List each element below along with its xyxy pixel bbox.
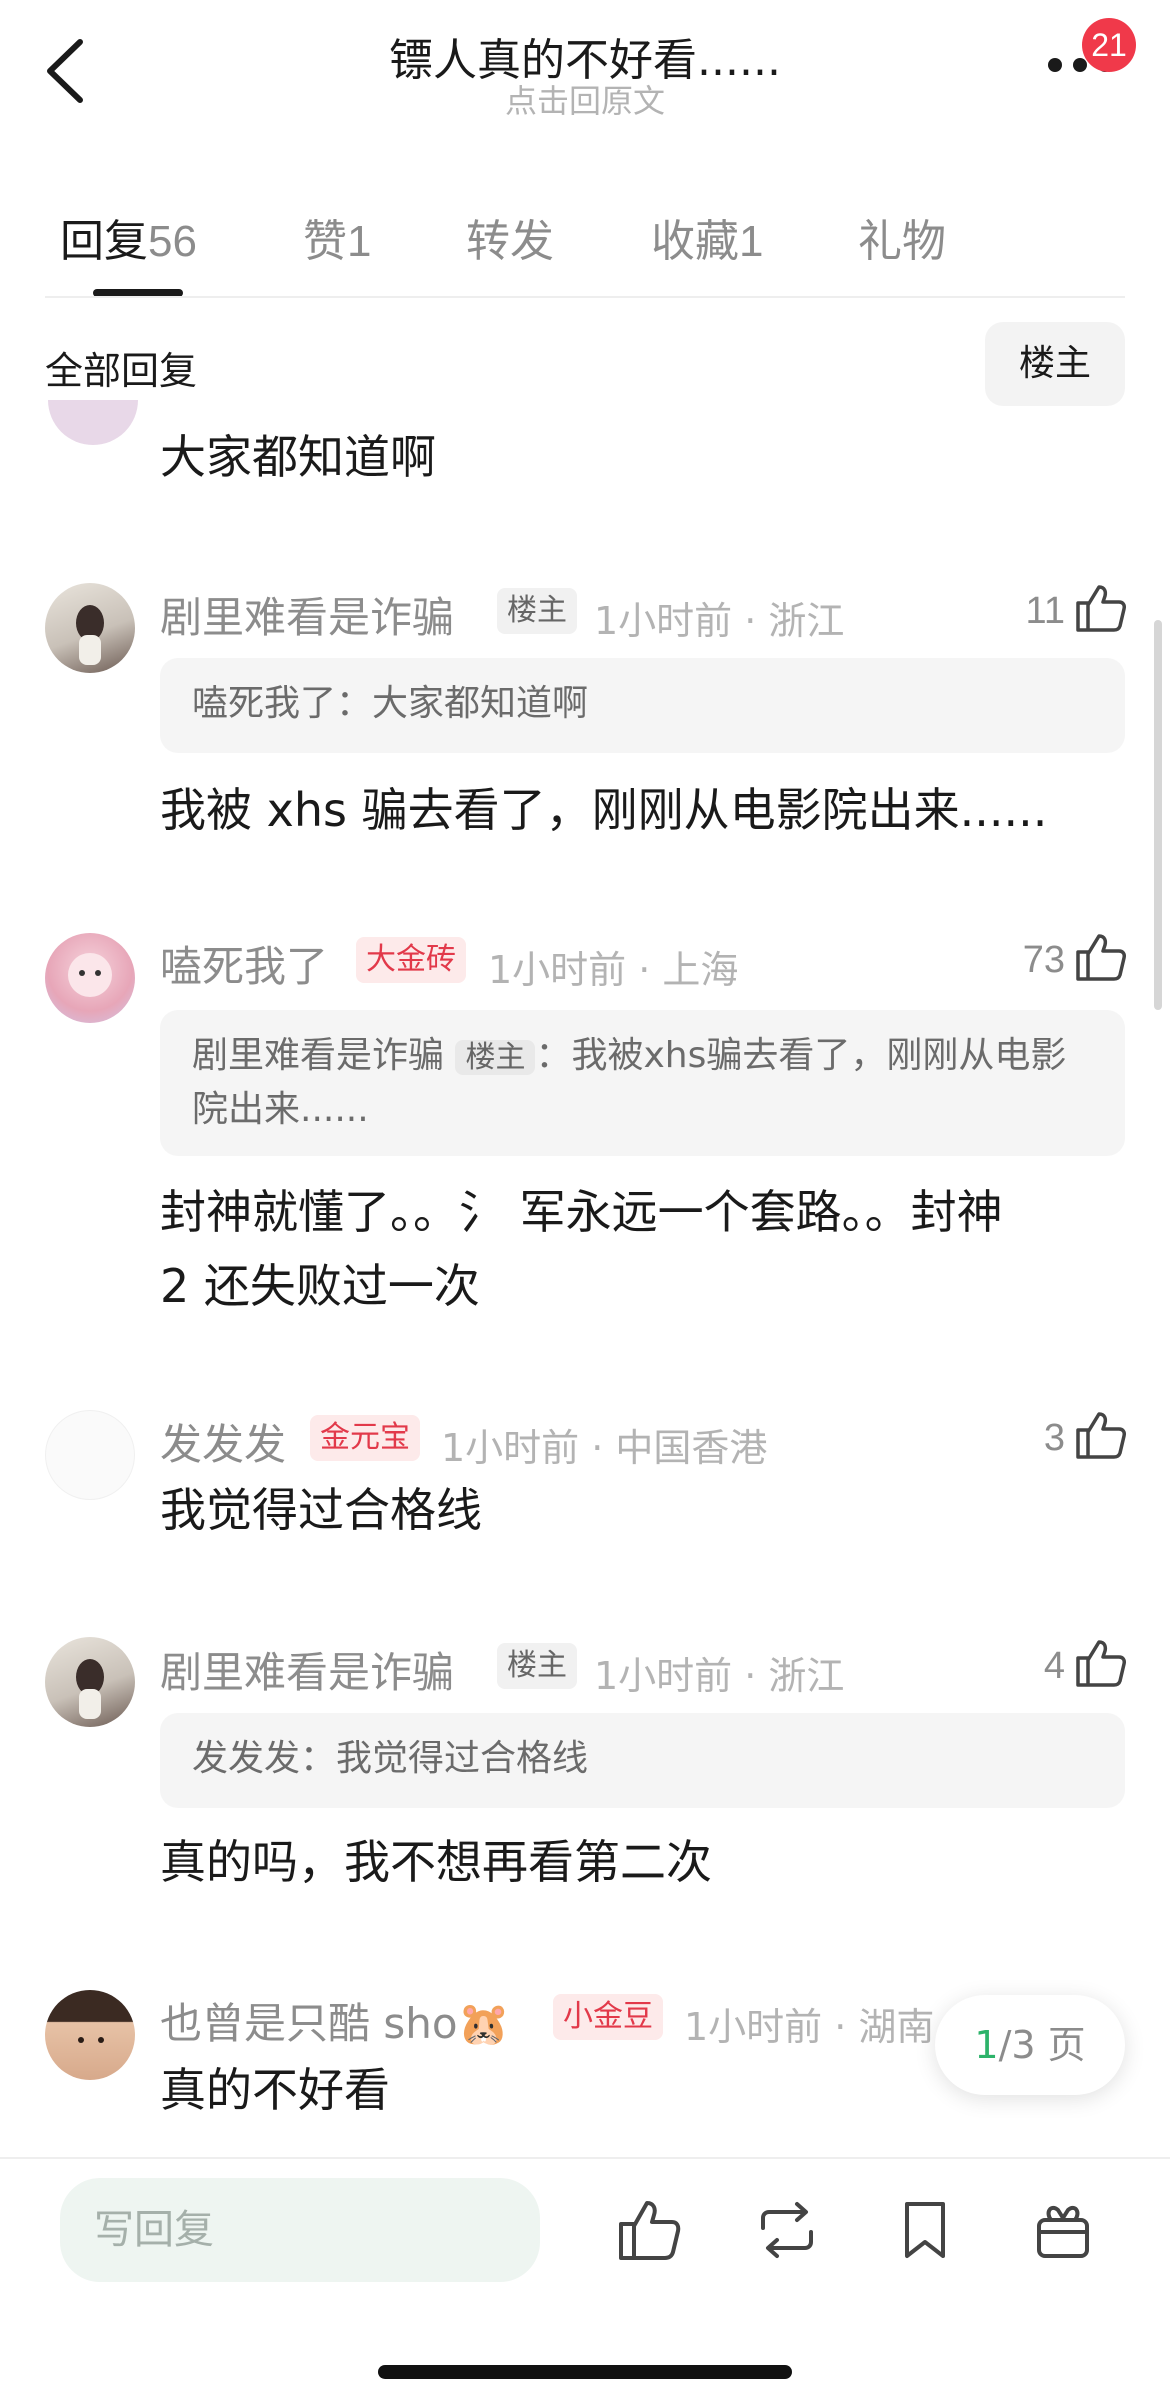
quoted-username: 发发发: [192, 1738, 301, 1779]
quoted-username: 剧里难看是诈骗: [192, 1035, 445, 1076]
back-to-original-link[interactable]: 点击回原文: [0, 76, 1170, 122]
tab-count: 56: [148, 217, 197, 266]
scrollbar[interactable]: [1154, 620, 1162, 1010]
quoted-username: 嗑死我了: [192, 683, 337, 724]
quote-separator: ：: [535, 1035, 572, 1076]
like-count: 73: [1022, 939, 1065, 981]
gift-icon[interactable]: [1031, 2198, 1095, 2262]
bookmark-icon[interactable]: [893, 2198, 957, 2262]
comment-text: 真的吗，我不想再看第二次: [160, 1835, 712, 1889]
thumbs-up-icon[interactable]: [1075, 583, 1127, 633]
quoted-reply[interactable]: 剧里难看是诈骗 楼主 ：我被xhs骗去看了，刚刚从电影院出来......: [160, 1010, 1125, 1156]
quote-separator: ：: [336, 683, 373, 724]
divider: [0, 2157, 1170, 2159]
divider: [45, 296, 1125, 298]
tab-label: 赞: [303, 216, 347, 267]
avatar[interactable]: [45, 933, 135, 1023]
username-text: 也曾是只酷 sho: [160, 1999, 458, 2048]
quoted-text: 大家都知道啊: [372, 683, 589, 724]
repost-icon[interactable]: [755, 2198, 819, 2262]
username[interactable]: 剧里难看是诈骗: [160, 1639, 454, 1700]
quoted-reply[interactable]: 发发发：我觉得过合格线: [160, 1713, 1125, 1808]
quote-separator: ：: [300, 1738, 337, 1779]
thumbs-up-icon[interactable]: [1075, 932, 1127, 982]
comment-text-line: 2 还失败过一次: [160, 1259, 480, 1313]
tab-gifts[interactable]: 礼物: [858, 205, 946, 269]
owner-tag: 楼主: [497, 1643, 577, 1689]
like-count: 11: [1025, 590, 1065, 632]
tab-favorites[interactable]: 收藏1: [651, 205, 763, 269]
quoted-text: 我觉得过合格线: [336, 1738, 589, 1779]
hamster-emoji: 🐹: [457, 1999, 510, 2048]
tab-count: 1: [347, 217, 372, 266]
tab-reposts[interactable]: 转发: [466, 205, 554, 269]
tab-replies[interactable]: 回复56: [60, 205, 197, 269]
thumbs-up-icon[interactable]: [1075, 1410, 1127, 1460]
comment-text: 大家都知道啊: [160, 430, 436, 484]
current-page: 1: [974, 2023, 999, 2067]
total-pages: /3 页: [998, 2023, 1086, 2067]
username[interactable]: 嗑死我了: [160, 933, 328, 994]
comment-text: 我被 xhs 骗去看了，刚刚从电影院出来......: [160, 783, 1048, 837]
username[interactable]: 剧里难看是诈骗: [160, 584, 454, 645]
comment-time-location: 1小时前 · 浙江: [594, 599, 845, 643]
quoted-reply[interactable]: 嗑死我了：大家都知道啊: [160, 658, 1125, 753]
tab-label: 转发: [466, 216, 554, 267]
reply-input[interactable]: 写回复: [60, 2178, 540, 2282]
avatar[interactable]: [45, 1637, 135, 1727]
comment-time-location: 1小时前 · 浙江: [594, 1654, 845, 1698]
thumbs-up-icon[interactable]: [1075, 1638, 1127, 1688]
comment-text: 封神就懂了。。氵 军永远一个套路。。封神 2 还失败过一次: [160, 1175, 1120, 1323]
avatar[interactable]: [45, 1410, 135, 1500]
tab-label: 礼物: [858, 216, 946, 267]
comment-text: 我觉得过合格线: [160, 1483, 482, 1537]
section-title: 全部回复: [45, 349, 198, 393]
owner-tag: 楼主: [455, 1040, 536, 1075]
tab-count: 1: [739, 217, 764, 266]
tab-label: 收藏: [651, 216, 739, 267]
tab-likes[interactable]: 赞1: [303, 205, 371, 269]
username[interactable]: 也曾是只酷 sho🐹: [160, 1990, 510, 2051]
avatar[interactable]: [45, 583, 135, 673]
avatar[interactable]: [48, 400, 138, 445]
like-count: 3: [1043, 1417, 1065, 1459]
like-icon[interactable]: [617, 2198, 681, 2262]
fan-level-tag: 大金砖: [356, 937, 466, 983]
like-count: 4: [1043, 1645, 1065, 1687]
comment-time-location: 1小时前 · 中国香港: [441, 1426, 768, 1470]
comment-time-location: 1小时前 · 湖南: [684, 2005, 935, 2049]
comment-time-location: 1小时前 · 上海: [488, 948, 739, 992]
page-indicator-button[interactable]: 1/3 页: [935, 1995, 1125, 2095]
owner-only-filter-button[interactable]: 楼主: [985, 322, 1125, 406]
avatar[interactable]: [45, 1990, 135, 2080]
fan-level-tag: 小金豆: [553, 1994, 663, 2040]
tab-label: 回复: [60, 216, 148, 267]
notification-badge: 21: [1082, 18, 1136, 72]
owner-tag: 楼主: [497, 588, 577, 634]
username[interactable]: 发发发: [160, 1411, 286, 1472]
comment-text-line: 封神就懂了。。氵 军永远一个套路。。封神: [160, 1185, 1003, 1239]
home-indicator[interactable]: [378, 2365, 792, 2379]
fan-level-tag: 金元宝: [310, 1415, 420, 1461]
